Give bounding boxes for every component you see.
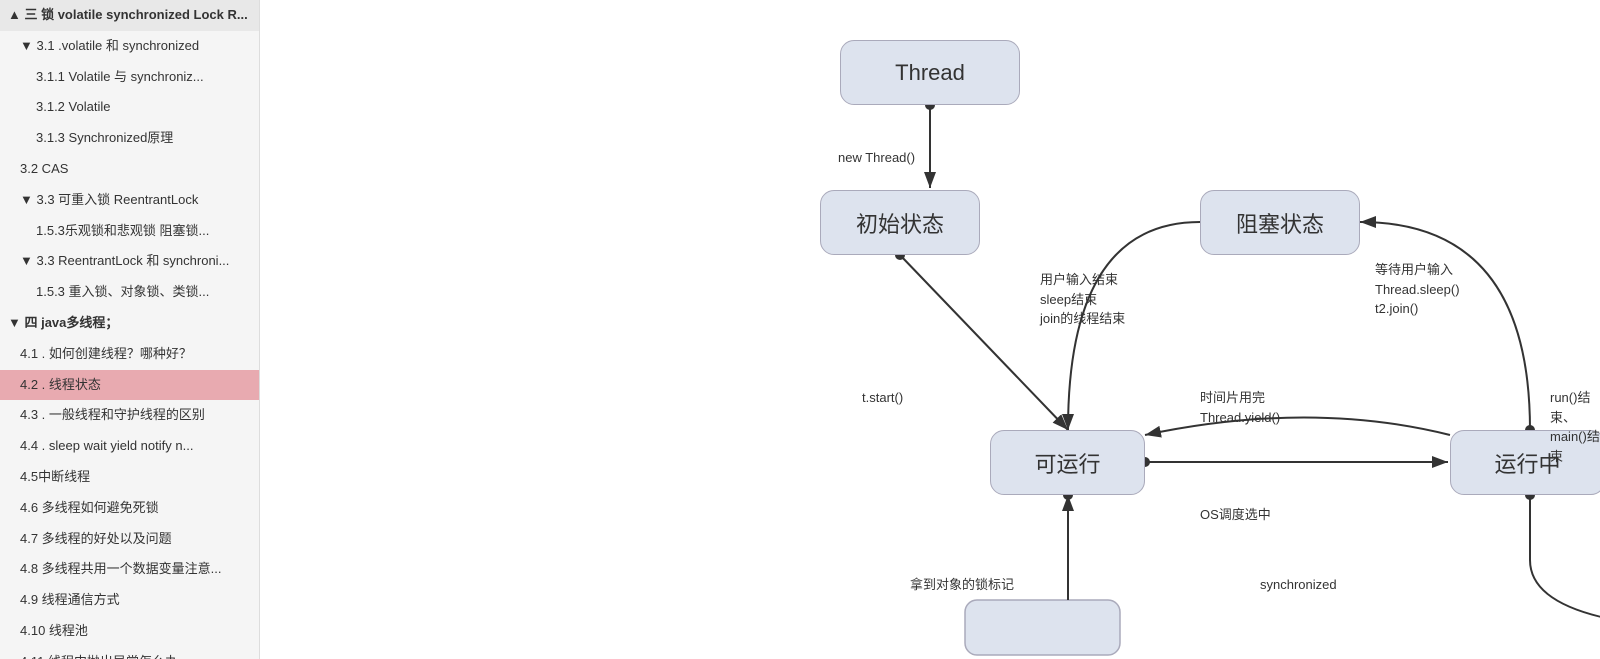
sidebar-item-s9[interactable]: 1.5.3 重入锁、对象锁、类锁... — [0, 277, 259, 308]
state-box-thread: Thread — [840, 40, 1020, 105]
arrow-running-to-blocked — [1360, 222, 1530, 430]
sidebar-item-s2[interactable]: 3.1.1 Volatile 与 synchroniz... — [0, 62, 259, 93]
sidebar-item-s14[interactable]: 4.4 . sleep wait yield notify n... — [0, 431, 259, 462]
sidebar-item-s8[interactable]: ▼ 3.3 ReentrantLock 和 synchroni... — [0, 246, 259, 277]
diagram-label-l10: synchronized — [1260, 575, 1337, 595]
sidebar-item-s1[interactable]: ▼ 3.1 .volatile 和 synchronized — [0, 31, 259, 62]
state-box-blocked: 阻塞状态 — [1200, 190, 1360, 255]
sidebar-item-s0[interactable]: ▲ 三 锁 volatile synchronized Lock R... — [0, 0, 259, 31]
arrow-runnable-to-blocked2 — [988, 495, 1068, 630]
diagram-label-l4: 等待用户输入 Thread.sleep() t2.join() — [1375, 260, 1460, 319]
state-box-initial: 初始状态 — [820, 190, 980, 255]
sidebar-item-s7[interactable]: 1.5.3乐观锁和悲观锁 阻塞锁... — [0, 216, 259, 247]
sidebar-item-s11[interactable]: 4.1 . 如何创建线程？哪种好？ — [0, 339, 259, 370]
diagram-label-l2: t.start() — [862, 388, 903, 408]
arrow-running-to-runnable — [1145, 418, 1450, 436]
sidebar-item-s4[interactable]: 3.1.3 Synchronized原理 — [0, 123, 259, 154]
sidebar-item-s20[interactable]: 4.10 线程池 — [0, 616, 259, 647]
main-content: Thread初始状态阻塞状态结束可运行运行中new Thread()t.star… — [260, 0, 1600, 659]
sidebar-item-s13[interactable]: 4.3 . 一般线程和守护线程的区别 — [0, 400, 259, 431]
sidebar-item-s3[interactable]: 3.1.2 Volatile — [0, 92, 259, 123]
sidebar-item-s12[interactable]: 4.2 . 线程状态 — [0, 370, 259, 401]
diagram: Thread初始状态阻塞状态结束可运行运行中new Thread()t.star… — [260, 0, 1600, 659]
sidebar-item-s16[interactable]: 4.6 多线程如何避免死锁 — [0, 493, 259, 524]
sidebar-item-s18[interactable]: 4.8 多线程共用一个数据变量注意... — [0, 554, 259, 585]
arrow-running-to-wait — [1530, 495, 1600, 630]
sidebar-item-s21[interactable]: 4.11.线程中抛出异常怎么办 — [0, 647, 259, 659]
sidebar-item-s17[interactable]: 4.7 多线程的好处以及问题 — [0, 524, 259, 555]
sidebar: ▲ 三 锁 volatile synchronized Lock R...▼ 3… — [0, 0, 260, 659]
sidebar-item-s15[interactable]: 4.5中断线程 — [0, 462, 259, 493]
diagram-label-l9: 拿到对象的锁标记 — [910, 575, 1014, 595]
diagram-label-l1: new Thread() — [838, 148, 915, 168]
sidebar-item-s6[interactable]: ▼ 3.3 可重入锁 ReentrantLock — [0, 185, 259, 216]
sidebar-item-s19[interactable]: 4.9 线程通信方式 — [0, 585, 259, 616]
blocked-box-bottom — [965, 600, 1120, 655]
diagram-label-l7: run()结束、main()结束 — [1550, 388, 1600, 466]
sidebar-item-s5[interactable]: 3.2 CAS — [0, 154, 259, 185]
diagram-label-l6: OS调度选中 — [1200, 505, 1271, 525]
state-box-runnable: 可运行 — [990, 430, 1145, 495]
sidebar-item-s10[interactable]: ▼ 四 java多线程； — [0, 308, 259, 339]
diagram-label-l5: 时间片用完 Thread.yield() — [1200, 388, 1280, 427]
diagram-label-l3: 用户输入结束 sleep结束 join的线程结束 — [1040, 270, 1125, 329]
